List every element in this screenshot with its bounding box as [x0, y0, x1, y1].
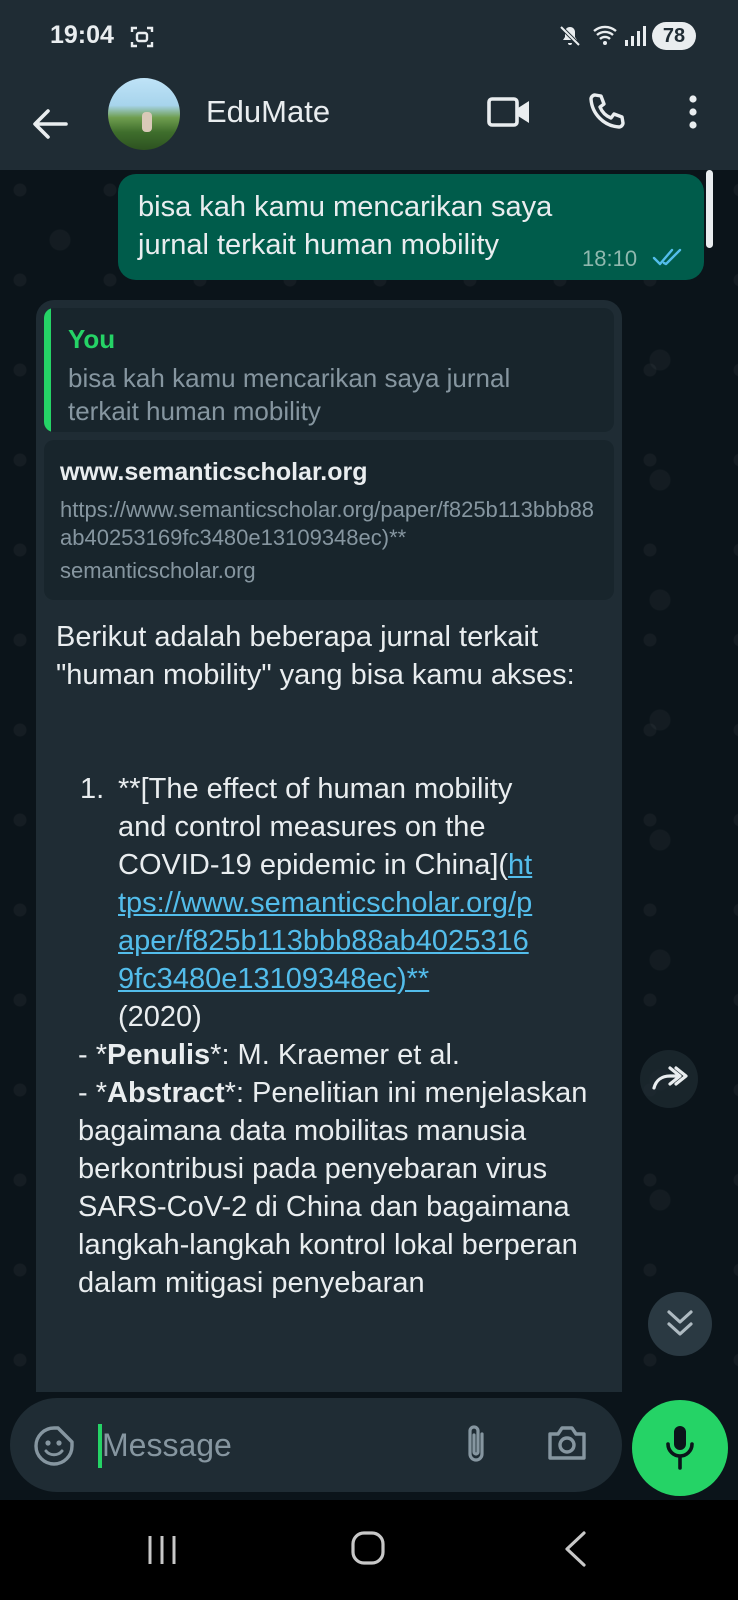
video-call-icon[interactable]	[486, 95, 532, 129]
author-label: Penulis	[107, 1039, 211, 1071]
more-options-icon[interactable]	[680, 92, 706, 132]
quoted-reply[interactable]: You bisa kah kamu mencarikan saya jurnal…	[44, 308, 614, 432]
link-preview-domain: www.semanticscholar.org	[60, 458, 368, 486]
message-compose-bar	[0, 1392, 738, 1500]
attachment-icon[interactable]	[462, 1422, 490, 1466]
double-chevron-down-icon	[667, 1310, 693, 1336]
message-time: 18:10	[582, 246, 638, 271]
status-bar: 19:04 78	[0, 0, 738, 78]
incoming-message[interactable]: You bisa kah kamu mencarikan saya jurnal…	[36, 300, 622, 1392]
forward-icon	[652, 1066, 688, 1090]
system-navigation-bar	[0, 1500, 738, 1600]
journal-year: (2020)	[118, 1001, 202, 1033]
list-item: 1. **[The effect of human mobility and c…	[56, 770, 606, 1036]
contact-name[interactable]: EduMate	[206, 94, 330, 130]
home-icon[interactable]	[350, 1530, 386, 1566]
system-back-icon[interactable]	[562, 1530, 588, 1568]
quote-text: bisa kah kamu mencarikan saya jurnal ter…	[68, 363, 511, 426]
sticker-emoji-icon[interactable]	[32, 1424, 76, 1468]
voice-message-button[interactable]	[632, 1400, 728, 1496]
message-input[interactable]	[102, 1420, 422, 1470]
outgoing-message[interactable]: bisa kah kamu mencarikan saya jurnal ter…	[118, 174, 704, 280]
author-line: - *Penulis*: M. Kraemer et al.	[78, 1039, 460, 1071]
wifi-icon	[593, 25, 617, 45]
message-intro: Berikut adalah beberapa jurnal terkait "…	[56, 621, 575, 691]
chat-header: EduMate	[0, 78, 738, 170]
screen-record-icon	[130, 26, 154, 48]
camera-icon[interactable]	[546, 1424, 588, 1462]
back-arrow-icon[interactable]	[28, 102, 72, 146]
link-preview-url: https://www.semanticscholar.org/paper/f8…	[60, 497, 595, 550]
outgoing-message-text: bisa kah kamu mencarikan saya jurnal ter…	[138, 191, 553, 261]
list-number: 1.	[80, 773, 105, 805]
signal-icon	[625, 26, 646, 46]
abstract-label: Abstract	[107, 1077, 225, 1109]
recent-apps-icon[interactable]	[144, 1534, 180, 1566]
microphone-icon	[666, 1426, 694, 1470]
status-time: 19:04	[50, 21, 114, 49]
quote-author: You	[68, 324, 116, 354]
double-check-icon	[652, 248, 682, 266]
forward-button[interactable]	[640, 1050, 698, 1108]
mute-icon	[559, 25, 581, 47]
link-preview[interactable]: www.semanticscholar.org https://www.sema…	[44, 440, 614, 600]
abstract-line: - *Abstract*: Penelitian ini menjelaskan…	[78, 1077, 588, 1299]
abstract-text: *: Penelitian ini menjelaskan bagaimana …	[78, 1077, 588, 1299]
chat-area[interactable]: bisa kah kamu mencarikan saya jurnal ter…	[0, 170, 738, 1392]
quote-accent-bar	[44, 308, 51, 432]
link-preview-site: semanticscholar.org	[60, 558, 256, 583]
journal-title: **[The effect of human mobility and cont…	[118, 773, 513, 881]
battery-indicator: 78	[652, 22, 696, 50]
avatar[interactable]	[108, 78, 180, 150]
phone-call-icon[interactable]	[586, 92, 626, 132]
scroll-to-bottom-button[interactable]	[648, 1292, 712, 1356]
message-input-container[interactable]	[10, 1398, 622, 1492]
scrollbar-thumb[interactable]	[706, 170, 713, 248]
message-body: Berikut adalah beberapa jurnal terkait "…	[56, 618, 606, 1302]
